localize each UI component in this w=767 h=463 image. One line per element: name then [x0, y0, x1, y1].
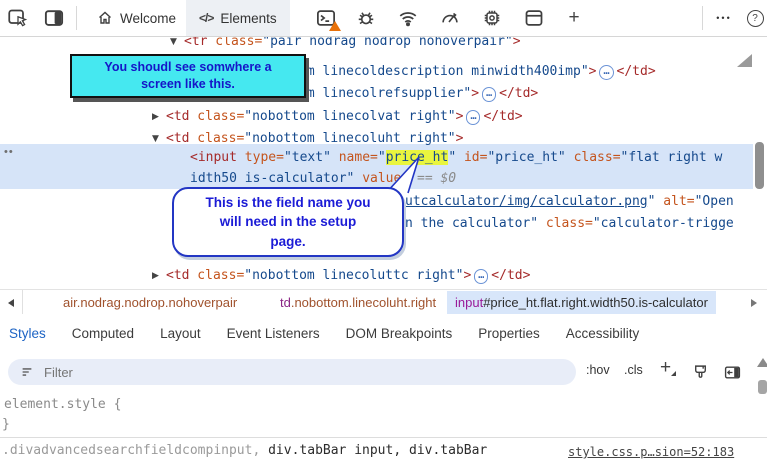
- dom-tree-row[interactable]: ▼<tr class="pair nodrag nodrop nohoverpa…: [170, 36, 521, 53]
- dom-tree-row-selected-input-wrap[interactable]: idth50 is-calculator" value == $0: [190, 168, 456, 189]
- code-icon: </>: [199, 11, 213, 25]
- filter-icon: [20, 365, 34, 379]
- tab-welcome-label: Welcome: [120, 11, 176, 26]
- filter-input[interactable]: [42, 364, 526, 381]
- dom-tree-row[interactable]: ▶<td class="nobottom linecoluttc right">…: [152, 265, 530, 287]
- more-tools-icon[interactable]: •••: [714, 8, 734, 28]
- annotation-note-screen: You shoudl see somwhere a screen like th…: [70, 54, 306, 98]
- expand-node-ellipsis-button[interactable]: …: [466, 110, 480, 125]
- breadcrumb-item-tr[interactable]: air.nodrag.nodrop.nohoverpair: [63, 290, 237, 315]
- console-icon[interactable]: [316, 8, 336, 28]
- memory-chip-icon[interactable]: [482, 8, 502, 28]
- element-style-rule-open[interactable]: element.style {: [4, 394, 121, 415]
- tab-layout[interactable]: Layout: [160, 326, 201, 341]
- styles-scrollbar-thumb[interactable]: [758, 380, 767, 394]
- stylesheet-source-link[interactable]: style.css.p…sion=52:183: [568, 442, 734, 463]
- breadcrumb-item-td[interactable]: td.nobottom.linecoluht.right: [280, 290, 436, 315]
- css-selector-line[interactable]: .divadvancedsearchfieldcompinput, div.ta…: [2, 440, 487, 461]
- home-icon: [97, 10, 113, 26]
- breadcrumb: air.nodrag.nodrop.nohoverpair td.nobotto…: [0, 289, 767, 316]
- tab-elements[interactable]: </> Elements: [186, 0, 290, 36]
- dom-tree-row-selected-input[interactable]: <input type="text" name="price_ht" id="p…: [190, 147, 722, 168]
- tab-dom-breakpoints[interactable]: DOM Breakpoints: [346, 326, 453, 341]
- pseudo-class-toggle[interactable]: :hov: [586, 363, 610, 377]
- computed-sidebar-toggle-icon[interactable]: [722, 362, 742, 382]
- warning-badge-icon: [329, 21, 341, 31]
- styles-rules-panel: element.style { } .divadvancedsearchfiel…: [0, 392, 767, 463]
- style-filter-field[interactable]: [8, 359, 576, 385]
- dom-tree-row[interactable]: ▶<td class="nobottom linecolvat right">……: [152, 106, 523, 128]
- devtools-toolbar: Welcome </> Elements + •••: [0, 0, 767, 37]
- performance-gauge-icon[interactable]: [440, 8, 460, 28]
- expand-node-ellipsis-button[interactable]: …: [482, 87, 496, 102]
- tab-welcome[interactable]: Welcome: [84, 0, 189, 36]
- application-icon[interactable]: [524, 8, 544, 28]
- annotation-note-field: This is the field name you will need in …: [172, 187, 404, 257]
- dom-tree-panel: •• ▼<tr class="pair nodrag nodrop nohove…: [0, 36, 767, 289]
- expand-node-ellipsis-button[interactable]: …: [474, 269, 488, 284]
- element-class-toggle[interactable]: .cls: [624, 363, 643, 377]
- brush-icon[interactable]: [690, 362, 710, 382]
- breadcrumb-item-input-selected[interactable]: input#price_ht.flat.right.width50.is-cal…: [447, 291, 716, 314]
- chevron-right-icon: [751, 299, 757, 307]
- device-emulation-icon[interactable]: [44, 8, 64, 28]
- styles-filter-bar: :hov .cls +: [0, 352, 767, 392]
- expand-node-ellipsis-button[interactable]: …: [599, 65, 613, 80]
- chevron-left-icon: [8, 299, 14, 307]
- toolbar-divider: [76, 6, 77, 30]
- new-style-rule-button[interactable]: +: [660, 357, 671, 379]
- debugger-bug-icon[interactable]: [356, 8, 376, 28]
- network-wifi-icon[interactable]: [398, 8, 418, 28]
- scroll-arrow-icon[interactable]: [737, 54, 752, 67]
- tab-event-listeners[interactable]: Event Listeners: [227, 326, 320, 341]
- scroll-up-arrow-icon[interactable]: [757, 358, 767, 367]
- element-style-rule-close: }: [2, 414, 10, 435]
- help-icon[interactable]: ?: [745, 8, 765, 28]
- tab-properties[interactable]: Properties: [478, 326, 540, 341]
- dom-tree-row[interactable]: utcalculator/img/calculator.png" alt="Op…: [405, 191, 734, 212]
- tab-accessibility[interactable]: Accessibility: [566, 326, 640, 341]
- rule-divider: [0, 437, 767, 438]
- styles-panel-tabs: Styles Computed Layout Event Listeners D…: [0, 314, 767, 353]
- tab-styles[interactable]: Styles: [9, 326, 46, 341]
- tab-computed[interactable]: Computed: [72, 326, 134, 341]
- breadcrumb-forward-button[interactable]: [745, 290, 763, 315]
- dom-tree-row[interactable]: n the calculator" class="calculator-trig…: [405, 213, 734, 234]
- gutter-dots: ••: [4, 146, 14, 158]
- add-tab-icon[interactable]: +: [564, 8, 584, 28]
- inspect-element-icon[interactable]: [8, 8, 28, 28]
- devtools-window: Welcome </> Elements + •••: [0, 0, 767, 463]
- tab-elements-label: Elements: [220, 11, 276, 26]
- breadcrumb-back-button[interactable]: [0, 290, 23, 315]
- dom-scrollbar-thumb[interactable]: [755, 142, 764, 189]
- toolbar-divider: [702, 6, 703, 30]
